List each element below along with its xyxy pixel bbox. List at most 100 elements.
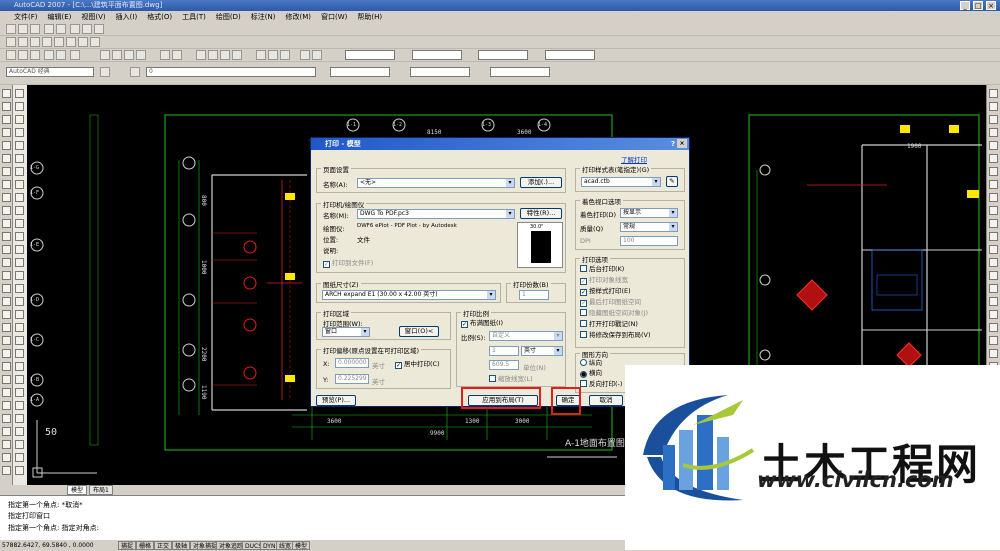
tool-icon[interactable] <box>15 323 24 332</box>
tool-icon[interactable] <box>989 232 998 241</box>
design-center-icon[interactable] <box>268 50 278 60</box>
tool-icon[interactable] <box>15 310 24 319</box>
properties-icon[interactable] <box>256 50 266 60</box>
y-offset-input[interactable]: 0.225299 <box>335 374 369 384</box>
scale-lineweights-checkbox[interactable]: 缩放线宽(L) <box>489 375 533 383</box>
tool-icon[interactable] <box>2 362 11 371</box>
tool-icon[interactable] <box>989 154 998 163</box>
new-icon[interactable] <box>6 24 16 34</box>
zoom-previous-icon[interactable] <box>232 50 242 60</box>
tool-icon[interactable] <box>15 375 24 384</box>
tool-icon[interactable] <box>989 141 998 150</box>
tool-icon[interactable] <box>15 271 24 280</box>
quality-select[interactable]: 常规 <box>620 222 678 232</box>
tool-icon[interactable] <box>2 271 11 280</box>
cut-icon[interactable] <box>70 24 80 34</box>
tool-icon[interactable] <box>15 245 24 254</box>
tool-icon[interactable] <box>2 128 11 137</box>
tool-icon[interactable] <box>2 453 11 462</box>
tool-icon[interactable] <box>2 258 11 267</box>
printer-select[interactable]: DWG To PDF.pc3 <box>357 209 515 219</box>
menu-view[interactable]: 视图(V) <box>81 11 105 23</box>
match-prop-icon[interactable] <box>136 50 146 60</box>
tool-icon[interactable] <box>15 466 24 475</box>
plot-to-file-checkbox[interactable]: ✓ 打印到文件(F) <box>323 259 373 268</box>
scale-text-icon[interactable] <box>78 37 88 47</box>
plot-icon[interactable] <box>44 24 54 34</box>
scale-inches-input[interactable]: 1 <box>489 346 519 356</box>
tool-icon[interactable] <box>2 89 11 98</box>
page-setup-select[interactable]: <无> <box>357 178 515 188</box>
tool-icon[interactable] <box>989 284 998 293</box>
tool-icon[interactable] <box>15 232 24 241</box>
menu-modify[interactable]: 修改(M) <box>285 11 311 23</box>
paste-icon[interactable] <box>94 24 104 34</box>
tool-icon[interactable] <box>989 323 998 332</box>
tool-icon[interactable] <box>2 440 11 449</box>
print-icon[interactable] <box>44 50 54 60</box>
menu-help[interactable]: 帮助(H) <box>357 11 382 23</box>
help-icon[interactable] <box>312 50 322 60</box>
text-icon[interactable] <box>6 37 16 47</box>
style-icon[interactable] <box>66 37 76 47</box>
color-select[interactable] <box>330 67 390 77</box>
polar-toggle[interactable]: 极轴 <box>172 541 191 550</box>
tool-icon[interactable] <box>2 180 11 189</box>
dimstyle-select[interactable] <box>345 50 395 60</box>
tool-icon[interactable] <box>2 375 11 384</box>
tool-icon[interactable] <box>15 388 24 397</box>
tool-icon[interactable] <box>15 141 24 150</box>
tool-icon[interactable] <box>2 245 11 254</box>
tool-icon[interactable] <box>989 89 998 98</box>
plot-with-styles-checkbox[interactable]: ✓ 按样式打印(E) <box>580 287 631 296</box>
tablestyle-select[interactable] <box>412 50 462 60</box>
minimize-button[interactable]: _ <box>960 1 970 10</box>
tool-icon[interactable] <box>2 154 11 163</box>
tool-icon[interactable] <box>989 102 998 111</box>
tool-icon[interactable] <box>2 401 11 410</box>
menu-insert[interactable]: 插入(I) <box>116 11 138 23</box>
menu-format[interactable]: 格式(O) <box>147 11 172 23</box>
spell-icon[interactable] <box>54 37 64 47</box>
tool-palettes-icon[interactable] <box>280 50 290 60</box>
menu-dimension[interactable]: 标注(N) <box>251 11 276 23</box>
tool-icon[interactable] <box>15 414 24 423</box>
command-prompt[interactable]: 指定第一个角点: 指定对角点: <box>8 523 99 533</box>
preview-icon[interactable] <box>56 24 66 34</box>
preview-button[interactable]: 预览(P)... <box>316 395 356 406</box>
linetype-select[interactable] <box>410 67 470 77</box>
plot-lineweights-checkbox[interactable]: ✓ 打印对象线宽 <box>580 276 628 285</box>
upside-down-checkbox[interactable]: 反向打印(-) <box>580 380 622 388</box>
fit-to-paper-checkbox[interactable]: ✓ 布满图纸(I) <box>461 319 503 328</box>
tool-icon[interactable] <box>15 115 24 124</box>
tool-icon[interactable] <box>15 89 24 98</box>
learn-plot-link[interactable]: 了解打印 <box>621 154 647 164</box>
center-plot-checkbox[interactable]: ✓ 居中打印(C) <box>395 360 440 369</box>
open2-icon[interactable] <box>18 50 28 60</box>
save-to-layout-checkbox[interactable]: 将修改保存到布局(V) <box>580 331 651 339</box>
tool-icon[interactable] <box>15 297 24 306</box>
tool-icon[interactable] <box>15 258 24 267</box>
tool-icon[interactable] <box>15 336 24 345</box>
plot-paperspace-last-checkbox[interactable]: ✓ 最后打印图纸空间 <box>580 298 641 307</box>
menu-draw[interactable]: 绘图(D) <box>216 11 241 23</box>
menu-window[interactable]: 窗口(W) <box>321 11 347 23</box>
menu-file[interactable]: 文件(F) <box>14 11 38 23</box>
tool-icon[interactable] <box>2 388 11 397</box>
tool-icon[interactable] <box>2 284 11 293</box>
tool-icon[interactable] <box>2 427 11 436</box>
paste2-icon[interactable] <box>124 50 134 60</box>
tool-icon[interactable] <box>2 466 11 475</box>
cancel-button[interactable]: 取消 <box>589 395 623 406</box>
copy-icon[interactable] <box>82 24 92 34</box>
add-page-setup-button[interactable]: 添加(.)... <box>520 177 562 188</box>
ortho-toggle[interactable]: 正交 <box>154 541 173 550</box>
printer-properties-button[interactable]: 特性(R)... <box>520 208 562 219</box>
tab-model[interactable]: 模型 <box>67 485 88 495</box>
tool-icon[interactable] <box>2 167 11 176</box>
paper-size-select[interactable]: ARCH expand E1 (30.00 x 42.00 英寸) <box>322 290 496 300</box>
tool-icon[interactable] <box>989 349 998 358</box>
tool-icon[interactable] <box>2 115 11 124</box>
tool-icon[interactable] <box>989 271 998 280</box>
tool-icon[interactable] <box>15 440 24 449</box>
